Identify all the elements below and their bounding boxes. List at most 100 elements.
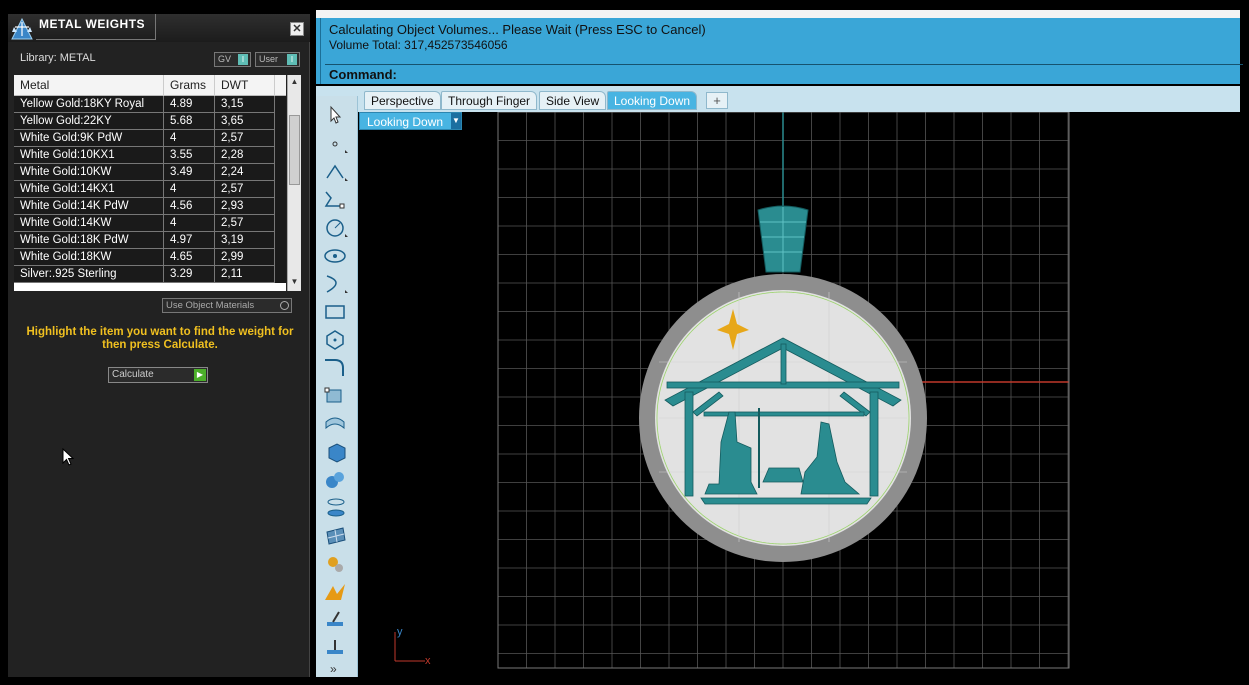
top-strip (316, 10, 1240, 18)
scroll-down-icon[interactable]: ▼ (288, 277, 301, 289)
viewport-looking-down[interactable]: y x (359, 112, 1240, 677)
mouse-cursor-icon (62, 448, 74, 466)
cell-grams: 4.97 (164, 232, 215, 249)
scroll-up-icon[interactable]: ▲ (288, 77, 301, 89)
gem-icon[interactable] (321, 580, 351, 604)
box-icon[interactable] (321, 440, 351, 464)
viewport-canvas[interactable]: y x (359, 112, 1240, 677)
close-icon[interactable]: ✕ (290, 22, 304, 36)
table-row[interactable]: Yellow Gold:18KY Royal 4.89 3,15 (14, 96, 286, 113)
table-row[interactable]: White Gold:10KW 3.49 2,24 (14, 164, 286, 181)
use-object-materials-toggle[interactable]: Use Object Materials (162, 298, 292, 313)
cell-dwt: 2,11 (215, 266, 275, 283)
command-inner: Calculating Object Volumes... Please Wai… (320, 18, 1243, 84)
command-divider (325, 64, 1243, 65)
pendant-model[interactable] (639, 274, 927, 562)
polyline-icon[interactable] (321, 160, 351, 184)
panel-title-bar: METAL WEIGHTS ✕ (8, 14, 310, 42)
table-row[interactable]: Yellow Gold:22KY 5.68 3,65 (14, 113, 286, 130)
cell-metal: White Gold:14KX1 (14, 181, 164, 198)
user-toggle[interactable]: User I (255, 52, 300, 67)
view-selector-label: Looking Down (367, 115, 444, 129)
command-status-line: Calculating Object Volumes... Please Wai… (329, 22, 706, 37)
bail-model[interactable] (757, 205, 809, 273)
cut-icon[interactable] (321, 608, 351, 632)
scroll-thumb[interactable] (289, 115, 300, 185)
play-icon: ▶ (194, 369, 206, 381)
dimension-icon[interactable] (321, 636, 351, 660)
table-scrollbar[interactable]: ▲ ▼ (287, 75, 301, 291)
volume-total-line: Volume Total: 317,452573546056 (329, 38, 508, 52)
view-selector-dropdown[interactable]: Looking Down ▼ (359, 112, 462, 130)
sphere-icon[interactable] (321, 468, 351, 492)
cell-grams: 4.89 (164, 96, 215, 113)
transform-icon[interactable] (321, 384, 351, 408)
table-row[interactable]: White Gold:14KX1 4 2,57 (14, 181, 286, 198)
cell-dwt: 2,93 (215, 198, 275, 215)
cell-dwt: 2,57 (215, 215, 275, 232)
cell-grams: 4.65 (164, 249, 215, 266)
cell-metal: White Gold:18K PdW (14, 232, 164, 249)
curve-icon[interactable] (321, 188, 351, 212)
calculate-label: Calculate (112, 369, 154, 380)
add-tab-icon[interactable]: + (706, 92, 728, 109)
calculate-button[interactable]: Calculate ▶ (108, 367, 208, 383)
circle-icon[interactable] (321, 216, 351, 240)
table-row[interactable]: White Gold:18KW 4.65 2,99 (14, 249, 286, 266)
table-row[interactable]: White Gold:14KW 4 2,57 (14, 215, 286, 232)
cell-dwt: 2,99 (215, 249, 275, 266)
metal-table: Metal Grams DWT Yellow Gold:18KY Royal 4.… (14, 75, 286, 291)
table-row[interactable]: White Gold:9K PdW 4 2,57 (14, 130, 286, 147)
table-row[interactable]: White Gold:18K PdW 4.97 3,19 (14, 232, 286, 249)
cell-dwt: 2,24 (215, 164, 275, 181)
cell-grams: 3.49 (164, 164, 215, 181)
arc-icon[interactable] (321, 272, 351, 296)
surface-icon[interactable] (321, 412, 351, 436)
point-icon[interactable] (321, 132, 351, 156)
toggle-knob-icon: I (238, 54, 248, 65)
column-header-grams[interactable]: Grams (164, 75, 215, 96)
axis-indicator: y x (394, 626, 431, 667)
tab-side-view[interactable]: Side View (539, 91, 607, 110)
fillet-icon[interactable] (321, 356, 351, 380)
cell-grams: 4.56 (164, 198, 215, 215)
axis-y-label: y (397, 626, 403, 638)
cell-dwt: 2,57 (215, 181, 275, 198)
column-header-metal[interactable]: Metal (14, 75, 164, 96)
tab-perspective[interactable]: Perspective (364, 91, 441, 110)
rectangle-icon[interactable] (321, 300, 351, 324)
modeling-toolbar: » (316, 96, 358, 677)
command-prompt[interactable]: Command: (329, 67, 397, 82)
partial-cell (14, 283, 164, 291)
library-label: Library: METAL (20, 52, 96, 64)
table-row[interactable]: White Gold:14K PdW 4.56 2,93 (14, 198, 286, 215)
tab-looking-down[interactable]: Looking Down (607, 91, 698, 110)
column-header-dwt[interactable]: DWT (215, 75, 275, 96)
cell-metal: Silver:.925 Sterling (14, 266, 164, 283)
tab-through-finger[interactable]: Through Finger (441, 91, 538, 110)
cell-grams: 3.29 (164, 266, 215, 283)
cell-grams: 3.55 (164, 147, 215, 164)
cell-metal: White Gold:10KX1 (14, 147, 164, 164)
table-row-partial[interactable] (14, 283, 286, 291)
table-row[interactable]: White Gold:10KX1 3.55 2,28 (14, 147, 286, 164)
select-arrow-icon[interactable] (321, 104, 351, 128)
user-toggle-label: User (259, 54, 279, 64)
ellipse-icon[interactable] (321, 244, 351, 268)
table-row[interactable]: Silver:.925 Sterling 3.29 2,11 (14, 266, 286, 283)
more-tools-icon[interactable]: » (330, 662, 337, 676)
gv-toggle[interactable]: GV I (214, 52, 251, 67)
cell-dwt: 3,65 (215, 113, 275, 130)
cell-metal: White Gold:18KW (14, 249, 164, 266)
cell-metal: White Gold:10KW (14, 164, 164, 181)
cell-grams: 4 (164, 215, 215, 232)
cell-dwt: 3,15 (215, 96, 275, 113)
mesh-icon[interactable] (321, 524, 351, 548)
scale-icon (11, 17, 33, 40)
cell-metal: White Gold:9K PdW (14, 130, 164, 147)
gear-icon[interactable] (321, 552, 351, 576)
cell-grams: 5.68 (164, 113, 215, 130)
cylinder-icon[interactable] (321, 496, 351, 520)
polygon-icon[interactable] (321, 328, 351, 352)
cell-grams: 4 (164, 181, 215, 198)
